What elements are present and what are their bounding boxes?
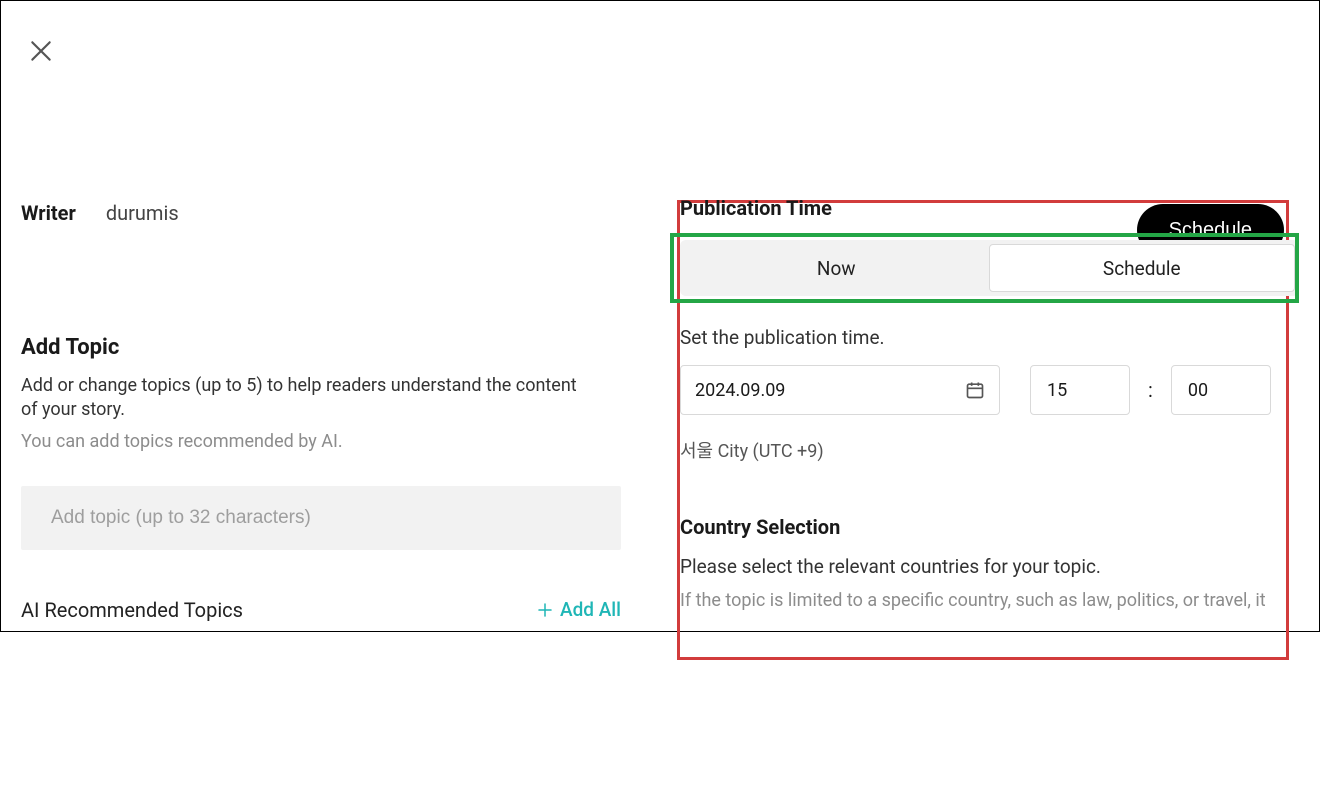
- writer-label: Writer: [21, 201, 76, 225]
- country-selection-description: Please select the relevant countries for…: [680, 555, 1299, 578]
- toggle-schedule[interactable]: Schedule: [989, 244, 1296, 292]
- publication-time-title: Publication Time: [680, 196, 1299, 220]
- country-selection-title: Country Selection: [680, 515, 1299, 539]
- writer-name: durumis: [106, 201, 179, 225]
- hours-value: 15: [1047, 380, 1067, 401]
- add-topic-description: Add or change topics (up to 5) to help r…: [21, 374, 581, 423]
- toggle-now[interactable]: Now: [684, 244, 989, 292]
- country-selection-subtext: If the topic is limited to a specific co…: [680, 588, 1299, 613]
- date-input[interactable]: 2024.09.09: [680, 365, 1000, 415]
- timezone-label: 서울 City (UTC +9): [680, 437, 1299, 463]
- calendar-icon: [965, 380, 985, 400]
- ai-recommended-title: AI Recommended Topics: [21, 598, 243, 622]
- writer-row: Writer durumis: [21, 201, 640, 225]
- add-all-button[interactable]: Add All: [536, 598, 621, 621]
- hours-input[interactable]: 15: [1030, 365, 1130, 415]
- time-separator: :: [1148, 378, 1153, 402]
- add-all-label: Add All: [560, 598, 621, 621]
- plus-icon: [536, 601, 554, 619]
- minutes-value: 00: [1188, 380, 1208, 401]
- set-publication-label: Set the publication time.: [680, 326, 1299, 349]
- close-icon[interactable]: [21, 31, 61, 71]
- publication-toggle: Now Schedule: [680, 240, 1299, 296]
- topic-input[interactable]: [21, 486, 621, 550]
- add-topic-subtext: You can add topics recommended by AI.: [21, 431, 640, 452]
- add-topic-title: Add Topic: [21, 335, 640, 360]
- date-value: 2024.09.09: [695, 380, 785, 401]
- minutes-input[interactable]: 00: [1171, 365, 1271, 415]
